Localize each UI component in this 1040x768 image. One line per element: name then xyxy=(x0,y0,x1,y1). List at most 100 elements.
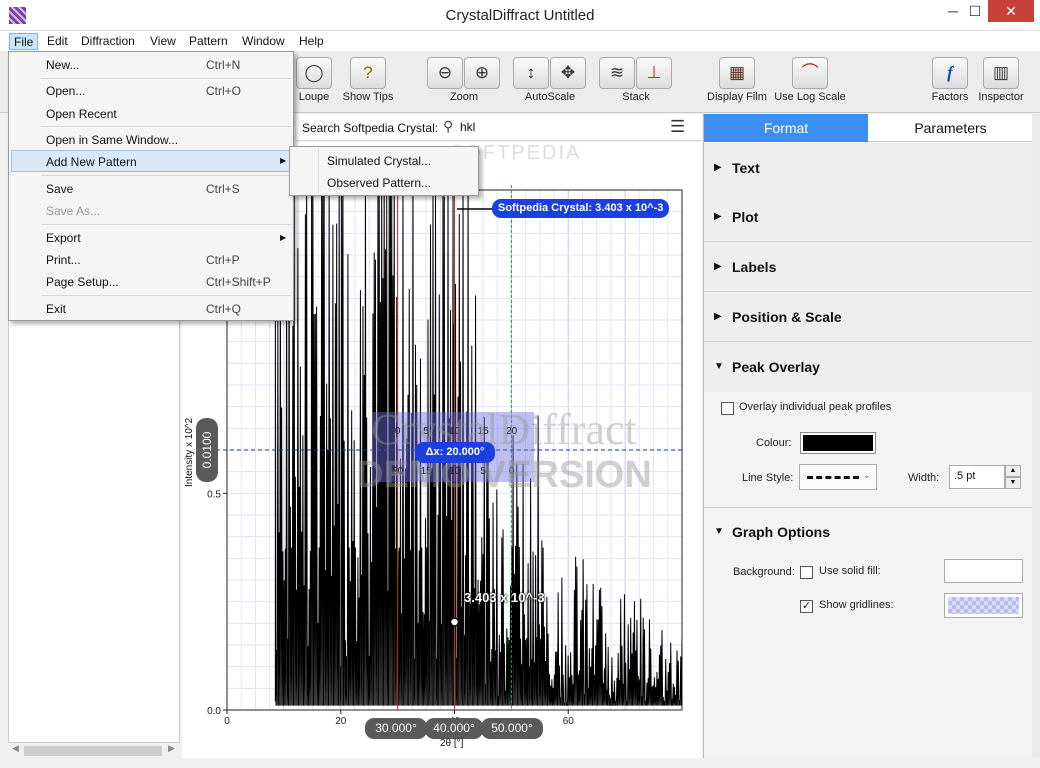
width-increment-button[interactable]: ▲ xyxy=(1005,465,1021,477)
y-cursor-pill[interactable]: 0.0100 xyxy=(196,418,218,482)
overlay-peaks-checkbox[interactable] xyxy=(721,402,734,415)
loupe-button[interactable]: ◯ xyxy=(296,57,332,89)
x-axis-label: 2θ [°] xyxy=(440,738,464,749)
display-film-button[interactable]: ▦ xyxy=(719,57,755,89)
width-decrement-button[interactable]: ▼ xyxy=(1005,477,1021,489)
section-peak-overlay[interactable]: ▼ Peak Overlay xyxy=(704,342,1033,392)
menu-item-page-setup[interactable]: Page Setup... xyxy=(46,271,119,293)
inspector-button[interactable]: ▥ xyxy=(983,57,1019,89)
add-pattern-submenu: Simulated Crystal... Observed Pattern... xyxy=(289,146,479,196)
menu-item-new[interactable]: New... xyxy=(46,54,79,76)
menu-item-observed-pattern[interactable]: Observed Pattern... xyxy=(327,172,431,194)
section-plot[interactable]: ▶ Plot xyxy=(704,192,1033,242)
show-tips-label: Show Tips xyxy=(342,91,394,103)
width-input[interactable]: .5 pt xyxy=(949,465,1005,489)
search-label: Search Softpedia Crystal: xyxy=(302,121,439,135)
shortcut-save: Ctrl+S xyxy=(206,182,240,196)
x-tick-label: 60 xyxy=(563,716,575,727)
section-labels[interactable]: ▶ Labels xyxy=(704,242,1033,292)
scroll-thumb[interactable] xyxy=(24,746,162,756)
menu-item-export[interactable]: Export xyxy=(46,227,81,249)
section-text-title: Text xyxy=(732,160,760,176)
menu-item-open-same-window[interactable]: Open in Same Window... xyxy=(46,129,178,151)
peak-marker[interactable] xyxy=(449,617,460,627)
background-label: Background: xyxy=(733,566,795,578)
tab-format[interactable]: Format xyxy=(704,114,868,142)
solid-fill-checkbox[interactable] xyxy=(800,566,813,579)
section-position-scale[interactable]: ▶ Position & Scale xyxy=(704,292,1033,342)
inspector-panel: Format Parameters ▶ Text ▶ Plot ▶ Labels ▶ P… xyxy=(703,114,1033,758)
section-graph-options[interactable]: ▼ Graph Options xyxy=(704,507,1033,557)
inspector-label: Inspector xyxy=(978,91,1024,103)
show-tips-button[interactable]: ? xyxy=(350,57,386,89)
log-scale-icon: ⌒ xyxy=(801,63,819,82)
vertical-scrollbar[interactable] xyxy=(1032,114,1040,758)
log-scale-button[interactable]: ⌒ xyxy=(792,57,828,89)
y-axis-label: Intensity x 10^2 xyxy=(184,417,195,487)
film-icon: ▦ xyxy=(728,63,746,82)
window-title: CrystalDiffract Untitled xyxy=(445,7,595,24)
menu-help[interactable]: Help xyxy=(295,33,328,50)
menu-item-add-new-pattern[interactable]: Add New Pattern xyxy=(46,151,137,173)
search-input[interactable]: hkl xyxy=(460,119,643,136)
chevron-down-icon: ⌄ xyxy=(863,470,871,480)
menu-window[interactable]: Window xyxy=(238,33,289,50)
cursor-3-label[interactable]: 50.000° xyxy=(481,718,543,739)
scroll-right-icon[interactable]: ▶ xyxy=(168,743,175,754)
menu-item-open[interactable]: Open... xyxy=(46,80,85,102)
inspector-icon: ▥ xyxy=(992,63,1010,82)
unstack-button[interactable]: ⊥ xyxy=(636,57,672,89)
peak-icon: ⊥ xyxy=(646,63,662,82)
menu-item-save[interactable]: Save xyxy=(46,178,73,200)
gridlines-checkbox[interactable]: ✓ xyxy=(800,600,813,613)
menu-separator xyxy=(318,149,319,193)
menu-item-print[interactable]: Print... xyxy=(46,249,81,271)
zoom-in-button[interactable]: ⊕ xyxy=(464,57,500,89)
maximize-button[interactable]: ☐ xyxy=(960,0,990,22)
tab-parameters[interactable]: Parameters xyxy=(868,114,1033,142)
shortcut-page-setup: Ctrl+Shift+P xyxy=(206,275,271,289)
horizontal-scrollbar[interactable]: ◀ ▶ xyxy=(8,742,180,759)
background-colour-swatch[interactable] xyxy=(944,559,1023,583)
menu-item-open-recent[interactable]: Open Recent xyxy=(46,103,117,125)
shortcut-open: Ctrl+O xyxy=(206,84,242,98)
colour-swatch[interactable] xyxy=(800,432,876,454)
menu-separator xyxy=(41,295,291,296)
menu-item-exit[interactable]: Exit xyxy=(46,298,66,320)
gridlines-colour-swatch[interactable] xyxy=(944,593,1023,618)
menu-item-save-as[interactable]: Save As... xyxy=(46,200,100,222)
legend-label: Softpedia Crystal: 3.403 x 10^-3 xyxy=(492,199,670,218)
watermark-demo: DEMO VERSION xyxy=(356,454,652,496)
factors-button[interactable]: f xyxy=(932,57,968,89)
stack-button[interactable]: ≋ xyxy=(599,57,635,89)
section-position-scale-title: Position & Scale xyxy=(732,309,842,325)
shortcut-new: Ctrl+N xyxy=(206,58,241,72)
menu-edit[interactable]: Edit xyxy=(43,33,72,50)
menu-bar: File Edit Diffraction View Pattern Windo… xyxy=(0,31,1040,51)
menu-diffraction[interactable]: Diffraction xyxy=(77,33,139,50)
factors-icon: f xyxy=(947,63,953,82)
section-labels-title: Labels xyxy=(732,259,777,275)
close-button[interactable]: ✕ xyxy=(988,0,1034,22)
zoom-label: Zoom xyxy=(449,91,479,103)
display-film-label: Display Film xyxy=(707,91,767,103)
autoscale-vertical-button[interactable]: ↕ xyxy=(513,57,549,89)
zoom-out-button[interactable]: ⊖ xyxy=(427,57,463,89)
hamburger-menu-icon[interactable]: ☰ xyxy=(670,117,685,137)
scroll-left-icon[interactable]: ◀ xyxy=(12,743,19,754)
title-bar: CrystalDiffract Untitled ─ ☐ ✕ xyxy=(0,0,1040,31)
menu-separator xyxy=(41,126,291,127)
collapse-arrow-icon: ▼ xyxy=(714,361,724,372)
zoom-out-icon: ⊖ xyxy=(437,63,453,82)
line-style-select[interactable]: ⌄ xyxy=(799,464,877,490)
section-text[interactable]: ▶ Text xyxy=(704,143,1033,193)
overlay-peaks-label: Overlay individual peak profiles xyxy=(739,401,892,413)
menu-item-simulated-crystal[interactable]: Simulated Crystal... xyxy=(327,150,431,172)
menu-view[interactable]: View xyxy=(146,33,180,50)
cursor-1-label[interactable]: 30.000° xyxy=(365,718,427,739)
cursor-2-label[interactable]: 40.000° xyxy=(425,718,483,739)
line-style-label: Line Style: xyxy=(742,472,794,484)
menu-file[interactable]: File xyxy=(9,33,39,50)
autoscale-all-button[interactable]: ✥ xyxy=(550,57,586,89)
menu-pattern[interactable]: Pattern xyxy=(185,33,232,50)
